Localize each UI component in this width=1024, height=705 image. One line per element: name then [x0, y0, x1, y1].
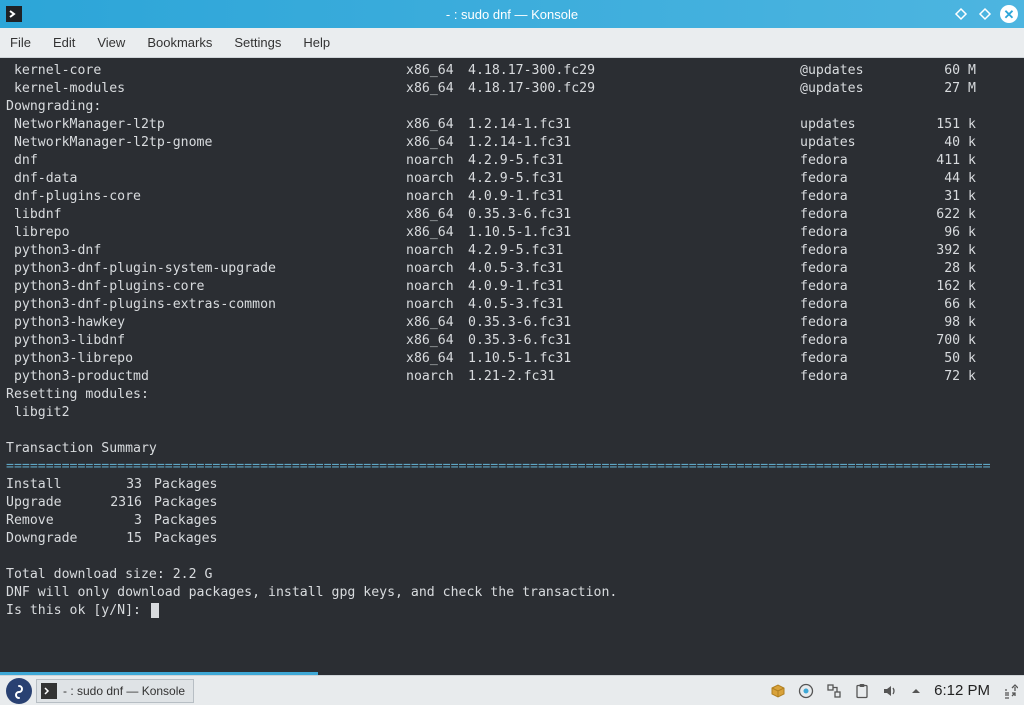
app-icon	[6, 6, 22, 22]
package-row: kernel-corex86_644.18.17-300.fc29@update…	[6, 62, 1018, 80]
dnf-note: DNF will only download packages, install…	[6, 584, 1018, 602]
menu-help[interactable]: Help	[303, 35, 330, 50]
package-row: NetworkManager-l2tp-gnomex86_641.2.14-1.…	[6, 134, 1018, 152]
update-icon[interactable]	[798, 683, 814, 699]
volume-icon[interactable]	[882, 683, 898, 699]
show-desktop-icon[interactable]	[1002, 683, 1018, 699]
window-titlebar: - : sudo dnf — Konsole ✕	[0, 0, 1024, 28]
package-row: python3-librepox86_641.10.5-1.fc31fedora…	[6, 350, 1018, 368]
blank-line	[6, 422, 1018, 440]
package-row: dnfnoarch4.2.9-5.fc31fedora411 k	[6, 152, 1018, 170]
window-title: - : sudo dnf — Konsole	[446, 7, 578, 22]
total-download-size: Total download size: 2.2 G	[6, 566, 1018, 584]
package-row: python3-hawkeyx86_640.35.3-6.fc31fedora9…	[6, 314, 1018, 332]
downgrade-header: Downgrading:	[6, 98, 1018, 116]
package-row: python3-dnf-plugin-system-upgradenoarch4…	[6, 260, 1018, 278]
package-row: python3-productmdnoarch1.21-2.fc31fedora…	[6, 368, 1018, 386]
package-row: NetworkManager-l2tpx86_641.2.14-1.fc31up…	[6, 116, 1018, 134]
package-row: dnf-plugins-corenoarch4.0.9-1.fc31fedora…	[6, 188, 1018, 206]
minimize-button[interactable]	[952, 5, 970, 23]
reset-header: Resetting modules:	[6, 386, 1018, 404]
network-icon[interactable]	[826, 683, 842, 699]
package-row: python3-libdnfx86_640.35.3-6.fc31fedora7…	[6, 332, 1018, 350]
summary-row: Remove3 Packages	[6, 512, 1018, 530]
taskbar-app-title: - : sudo dnf — Konsole	[63, 684, 185, 698]
package-row: python3-dnf-plugins-extras-commonnoarch4…	[6, 296, 1018, 314]
taskbar-app-konsole[interactable]: - : sudo dnf — Konsole	[36, 679, 194, 703]
clock[interactable]: 6:12 PM	[934, 682, 990, 699]
start-button[interactable]	[6, 678, 32, 704]
blank-line	[6, 548, 1018, 566]
confirm-prompt[interactable]: Is this ok [y/N]:	[6, 602, 1018, 620]
package-row: dnf-datanoarch4.2.9-5.fc31fedora44 k	[6, 170, 1018, 188]
package-row: librepox86_641.10.5-1.fc31fedora96 k	[6, 224, 1018, 242]
summary-header: Transaction Summary	[6, 440, 1018, 458]
summary-row: Upgrade2316 Packages	[6, 494, 1018, 512]
clipboard-icon[interactable]	[854, 683, 870, 699]
package-row: libdnfx86_640.35.3-6.fc31fedora622 k	[6, 206, 1018, 224]
terminal-icon	[41, 683, 57, 699]
close-button[interactable]: ✕	[1000, 5, 1018, 23]
menubar: File Edit View Bookmarks Settings Help	[0, 28, 1024, 58]
reset-module: libgit2	[6, 404, 1018, 422]
package-row: kernel-modulesx86_644.18.17-300.fc29@upd…	[6, 80, 1018, 98]
menu-settings[interactable]: Settings	[234, 35, 281, 50]
maximize-button[interactable]	[976, 5, 994, 23]
package-row: python3-dnfnoarch4.2.9-5.fc31fedora392 k	[6, 242, 1018, 260]
summary-row: Downgrade15 Packages	[6, 530, 1018, 548]
menu-bookmarks[interactable]: Bookmarks	[147, 35, 212, 50]
cursor	[151, 603, 159, 618]
summary-row: Install33 Packages	[6, 476, 1018, 494]
arrow-up-icon[interactable]	[910, 685, 922, 697]
terminal-output[interactable]: kernel-corex86_644.18.17-300.fc29@update…	[0, 58, 1024, 675]
system-tray: 6:12 PM	[770, 682, 1018, 699]
package-row: python3-dnf-plugins-corenoarch4.0.9-1.fc…	[6, 278, 1018, 296]
package-icon[interactable]	[770, 683, 786, 699]
summary-rule: ========================================…	[6, 458, 1018, 476]
menu-view[interactable]: View	[97, 35, 125, 50]
menu-file[interactable]: File	[10, 35, 31, 50]
menu-edit[interactable]: Edit	[53, 35, 75, 50]
taskbar: - : sudo dnf — Konsole 6:12 PM	[0, 675, 1024, 705]
